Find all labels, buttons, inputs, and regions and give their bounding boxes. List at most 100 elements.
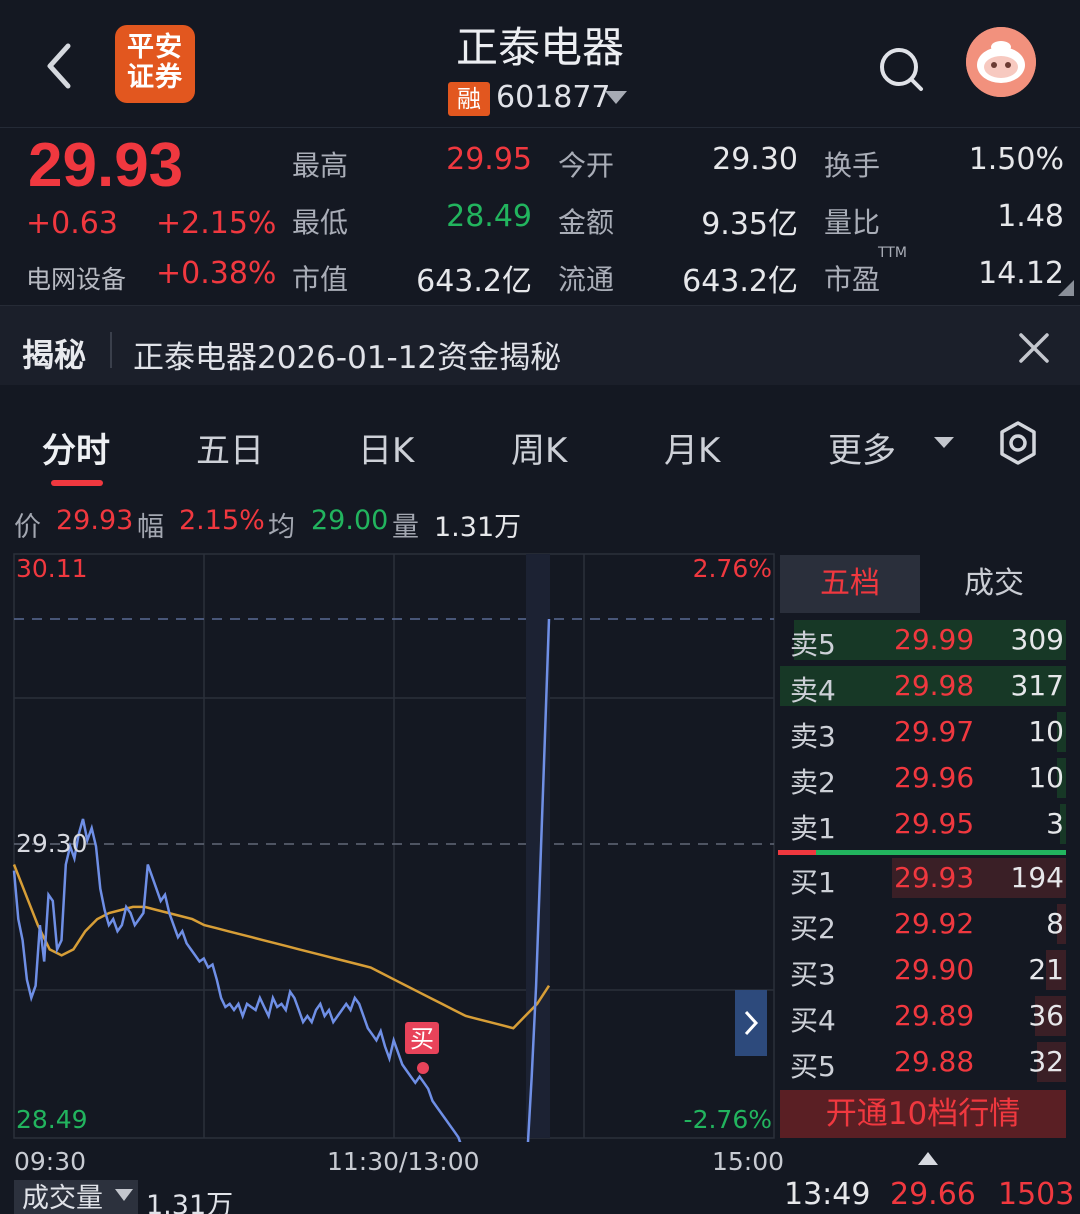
volume-value: 1.31万 xyxy=(146,1190,234,1214)
stat-value-amount: 9.35亿 xyxy=(701,207,798,242)
order-level-label: 买3 xyxy=(790,958,836,991)
y-axis-mid-label: 29.30 xyxy=(16,829,88,858)
stat-label-high: 最高 xyxy=(292,149,349,182)
broker-logo[interactable]: 平安证券 xyxy=(115,25,195,103)
tab-more[interactable]: 更多 xyxy=(828,423,896,472)
order-level-label: 卖5 xyxy=(790,628,836,661)
order-price: 29.89 xyxy=(894,999,975,1032)
order-volume: 36 xyxy=(1028,999,1064,1032)
info-avg-value: 29.00 xyxy=(311,505,389,536)
order-volume: 10 xyxy=(1028,761,1064,794)
stat-value-high: 29.95 xyxy=(446,142,532,177)
chevron-up-icon[interactable] xyxy=(918,1152,938,1165)
info-amp-value: 2.15% xyxy=(179,505,265,536)
stock-name-title: 正泰电器 xyxy=(455,23,624,72)
order-price: 29.99 xyxy=(894,623,975,656)
tab-monthly-k[interactable]: 月K xyxy=(664,423,720,472)
order-price: 29.93 xyxy=(894,861,975,894)
gear-icon[interactable] xyxy=(996,421,1040,465)
order-book-row[interactable]: 买3 29.90 21 xyxy=(780,948,1066,992)
stat-value-turnover: 1.50% xyxy=(968,142,1064,177)
order-book-row[interactable]: 买2 29.92 8 xyxy=(780,902,1066,946)
chevron-down-icon[interactable] xyxy=(934,437,954,448)
order-volume: 309 xyxy=(1010,623,1064,656)
pct-axis-top-label: 2.76% xyxy=(693,554,772,583)
order-book-row[interactable]: 卖5 29.99 309 xyxy=(780,618,1066,662)
sector-name[interactable]: 电网设备 xyxy=(26,260,126,296)
order-volume: 8 xyxy=(1046,907,1064,940)
order-level-label: 卖1 xyxy=(790,812,836,845)
stat-label-float-cap: 流通 xyxy=(558,263,615,296)
info-volume-label: 量 xyxy=(392,512,419,543)
order-book-row[interactable]: 买4 29.89 36 xyxy=(780,994,1066,1038)
upgrade-level10-button[interactable]: 开通10档行情 xyxy=(780,1090,1066,1138)
reveal-tag: 揭秘 xyxy=(22,336,87,374)
pct-axis-bottom-label: -2.76% xyxy=(684,1105,772,1134)
stat-label-amount: 金额 xyxy=(558,206,615,239)
order-book-row[interactable]: 买5 29.88 32 xyxy=(780,1040,1066,1084)
mascot-icon xyxy=(966,27,1036,97)
order-price: 29.95 xyxy=(894,807,975,840)
stat-label-open: 今开 xyxy=(558,149,615,182)
order-price: 29.98 xyxy=(894,669,975,702)
ratio-bar-buy xyxy=(816,850,1066,855)
expand-corner-icon[interactable] xyxy=(1058,280,1074,296)
order-level-label: 买4 xyxy=(790,1004,836,1037)
chevron-down-icon[interactable] xyxy=(115,1189,133,1201)
order-volume: 21 xyxy=(1028,953,1064,986)
stat-label-volume-ratio: 量比 xyxy=(824,206,881,239)
tab-five-levels[interactable]: 五档 xyxy=(780,555,920,613)
close-icon[interactable] xyxy=(1016,330,1052,366)
last-tick-price: 29.66 xyxy=(890,1177,976,1212)
stat-value-open: 29.30 xyxy=(712,142,798,177)
stat-label-turnover: 换手 xyxy=(824,149,881,182)
stat-value-market-cap: 643.2亿 xyxy=(416,264,532,299)
order-level-label: 卖2 xyxy=(790,766,836,799)
time-start-label: 09:30 xyxy=(14,1147,87,1176)
order-price: 29.88 xyxy=(894,1045,975,1078)
time-end-label: 15:00 xyxy=(712,1147,785,1176)
order-volume: 10 xyxy=(1028,715,1064,748)
margin-trading-badge: 融 xyxy=(448,82,490,116)
back-arrow-icon[interactable] xyxy=(40,40,80,92)
order-book-row[interactable]: 卖4 29.98 317 xyxy=(780,664,1066,708)
broker-logo-text: 平安证券 xyxy=(127,32,183,93)
expand-side-button[interactable] xyxy=(735,990,767,1056)
order-price: 29.96 xyxy=(894,761,975,794)
tab-five-day[interactable]: 五日 xyxy=(196,423,264,472)
assistant-avatar[interactable] xyxy=(966,27,1036,97)
order-price: 29.90 xyxy=(894,953,975,986)
order-price: 29.92 xyxy=(894,907,975,940)
stat-value-float-cap: 643.2亿 xyxy=(682,264,798,299)
stat-label-market-cap: 市值 xyxy=(292,263,349,296)
tab-trades[interactable]: 成交 xyxy=(922,555,1066,613)
info-amp-label: 幅 xyxy=(137,512,164,543)
time-mid-label: 11:30/13:00 xyxy=(327,1147,480,1176)
stat-value-volume-ratio: 1.48 xyxy=(997,199,1064,234)
active-tab-indicator xyxy=(51,480,103,486)
stat-label-low: 最低 xyxy=(292,206,349,239)
tab-intraday[interactable]: 分时 xyxy=(42,423,110,472)
last-tick-volume: 1503 xyxy=(998,1177,1075,1212)
intraday-chart[interactable]: 30.11 29.30 28.49 2.76% -2.76% 买 xyxy=(0,550,778,1142)
tab-weekly-k[interactable]: 周K xyxy=(511,423,567,472)
order-volume: 317 xyxy=(1010,669,1064,702)
info-avg-label: 均 xyxy=(268,512,295,543)
price-change-percent: +2.15% xyxy=(156,206,277,241)
stat-value-pe: 14.12 xyxy=(978,256,1064,291)
order-volume: 32 xyxy=(1028,1045,1064,1078)
svg-text:买: 买 xyxy=(410,1025,434,1053)
stat-value-low: 28.49 xyxy=(446,199,532,234)
reveal-text[interactable]: 正泰电器2026-01-12资金揭秘 xyxy=(133,332,561,377)
order-book-row[interactable]: 卖2 29.96 10 xyxy=(780,756,1066,800)
search-icon[interactable] xyxy=(876,44,926,94)
order-book-row[interactable]: 卖3 29.97 10 xyxy=(780,710,1066,754)
order-book-row[interactable]: 买1 29.93 194 xyxy=(780,856,1066,900)
tab-daily-k[interactable]: 日K xyxy=(358,423,414,472)
stock-code[interactable]: 601877 xyxy=(496,80,611,115)
chevron-down-icon[interactable] xyxy=(605,91,627,104)
order-book-row[interactable]: 卖1 29.95 3 xyxy=(780,802,1066,846)
order-level-label: 卖3 xyxy=(790,720,836,753)
order-level-label: 卖4 xyxy=(790,674,836,707)
price-change: +0.63 xyxy=(26,206,118,241)
